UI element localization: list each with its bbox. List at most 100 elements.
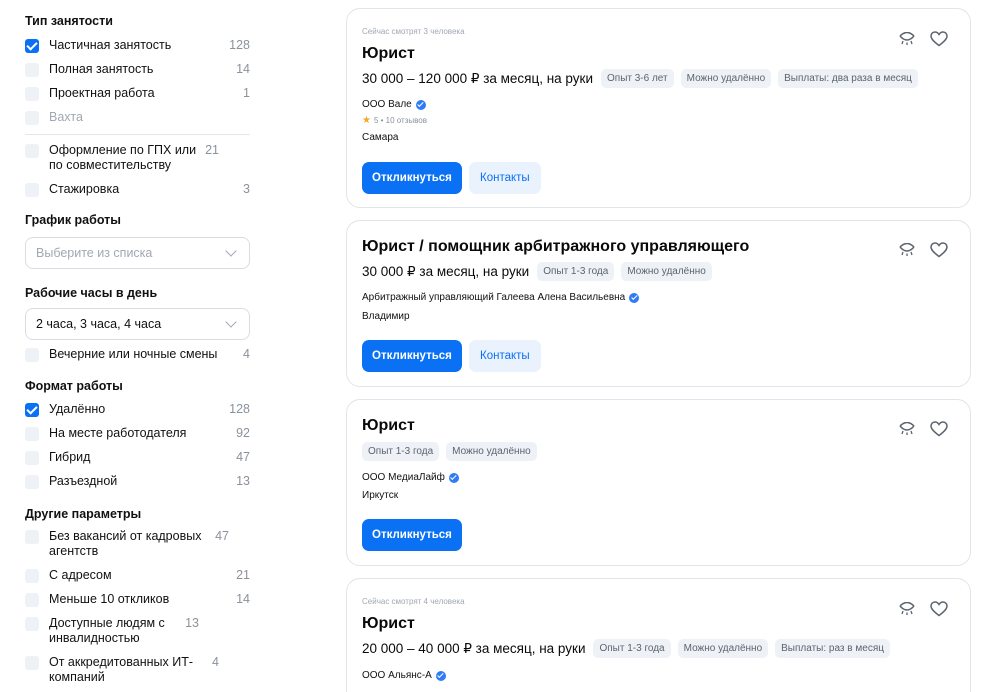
checkbox[interactable] xyxy=(25,656,39,670)
filter-accessible[interactable]: Доступные людям с инвалидностью 13 xyxy=(25,616,250,646)
eye-closed-icon[interactable] xyxy=(898,602,916,616)
vacancy-card[interactable]: Юрист Опыт 1-3 года Можно удалённо ООО М… xyxy=(346,399,971,566)
filter-project-work[interactable]: Проектная работа 1 xyxy=(25,86,250,101)
card-actions xyxy=(898,601,948,617)
filter-few-responses[interactable]: Меньше 10 откликов 14 xyxy=(25,592,250,607)
tag-remote: Можно удалённо xyxy=(677,639,769,658)
checkbox[interactable] xyxy=(25,427,39,441)
chevron-down-icon xyxy=(225,316,237,328)
respond-button[interactable]: Откликнуться xyxy=(362,162,462,194)
filter-count: 128 xyxy=(229,402,250,416)
filter-count: 3 xyxy=(243,182,250,196)
company-name[interactable]: ООО Вале xyxy=(362,99,426,110)
filter-part-time[interactable]: Частичная занятость 128 xyxy=(25,38,250,53)
respond-button[interactable]: Откликнуться xyxy=(362,519,462,551)
company-label: ООО Вале xyxy=(362,99,412,110)
filter-onsite[interactable]: На месте работодателя 92 xyxy=(25,426,250,441)
checkbox-checked[interactable] xyxy=(25,403,39,417)
checkbox[interactable] xyxy=(25,530,39,544)
rating-text: 5 • 10 отзывов xyxy=(373,116,427,125)
contacts-button[interactable]: Контакты xyxy=(469,340,541,372)
checkbox[interactable] xyxy=(25,475,39,489)
filter-hybrid[interactable]: Гибрид 47 xyxy=(25,450,250,465)
vacancy-card[interactable]: Юрист / помощник арбитражного управляюще… xyxy=(346,220,971,387)
verified-check-icon xyxy=(448,472,459,483)
schedule-select[interactable]: Выберите из списка xyxy=(25,237,250,269)
checkbox[interactable] xyxy=(25,451,39,465)
vacancy-card[interactable]: Сейчас смотрят 4 человека Юрист 20 000 –… xyxy=(346,578,971,692)
eye-closed-icon[interactable] xyxy=(898,422,916,436)
tag-payments: Выплаты: два раза в месяц xyxy=(778,69,918,88)
filter-accredited-it[interactable]: От аккредитованных ИТ-компаний 4 xyxy=(25,655,250,685)
filter-label: Стажировка xyxy=(49,182,120,196)
filter-count: 128 xyxy=(229,38,250,52)
work-hours-select[interactable]: 2 часа, 3 часа, 4 часа xyxy=(25,308,250,340)
heart-icon[interactable] xyxy=(930,31,948,47)
vacancy-title[interactable]: Юрист xyxy=(362,45,415,63)
filter-count: 21 xyxy=(236,568,250,582)
company-name[interactable]: Арбитражный управляющий Галеева Алена Ва… xyxy=(362,292,640,303)
checkbox[interactable] xyxy=(25,87,39,101)
filter-count: 13 xyxy=(185,616,199,630)
filter-label: На месте работодателя xyxy=(49,426,187,440)
filter-count: 13 xyxy=(236,474,250,488)
vacancy-city: Иркутск xyxy=(362,490,399,501)
filter-full-time[interactable]: Полная занятость 14 xyxy=(25,62,250,77)
eye-closed-icon[interactable] xyxy=(898,243,916,257)
contacts-button[interactable]: Контакты xyxy=(469,162,541,194)
filter-evening-shifts[interactable]: Вечерние или ночные смены 4 xyxy=(25,347,250,362)
checkbox[interactable] xyxy=(25,183,39,197)
checkbox[interactable] xyxy=(25,617,39,631)
heart-icon[interactable] xyxy=(930,242,948,258)
filter-with-address[interactable]: С адресом 21 xyxy=(25,568,250,583)
salary: 20 000 – 40 000 ₽ за месяц, на руки xyxy=(362,640,586,656)
chevron-down-icon xyxy=(225,245,237,257)
filter-gph-contract[interactable]: Оформление по ГПХ или по совместительств… xyxy=(25,143,250,173)
filter-internship[interactable]: Стажировка 3 xyxy=(25,182,250,197)
filter-label: Оформление по ГПХ или по совместительств… xyxy=(49,143,197,172)
heart-icon[interactable] xyxy=(930,601,948,617)
filter-count: 1 xyxy=(243,86,250,100)
filter-rotation: Вахта xyxy=(25,110,250,125)
filter-no-agencies[interactable]: Без вакансий от кадровых агентств 47 xyxy=(25,529,250,559)
checkbox[interactable] xyxy=(25,63,39,77)
heart-icon[interactable] xyxy=(930,421,948,437)
vacancy-title[interactable]: Юрист / помощник арбитражного управляюще… xyxy=(362,238,749,256)
filter-label: От аккредитованных ИТ-компаний xyxy=(49,655,194,684)
work-hours-value: 2 часа, 3 часа, 4 часа xyxy=(36,317,162,331)
checkbox[interactable] xyxy=(25,569,39,583)
filter-count: 14 xyxy=(236,592,250,606)
vacancy-card[interactable]: Сейчас смотрят 3 человека Юрист 30 000 –… xyxy=(346,8,971,208)
company-rating[interactable]: ★ 5 • 10 отзывов xyxy=(362,115,427,126)
filter-label: С адресом xyxy=(49,568,112,582)
salary-row: 30 000 ₽ за месяц, на руки Опыт 1-3 года… xyxy=(362,262,719,281)
filter-label: Проектная работа xyxy=(49,86,155,100)
checkbox[interactable] xyxy=(25,348,39,362)
checkbox[interactable] xyxy=(25,144,39,158)
filter-count: 14 xyxy=(236,62,250,76)
filter-traveling[interactable]: Разъездной 13 xyxy=(25,474,250,489)
vacancy-title[interactable]: Юрист xyxy=(362,615,415,633)
filter-count: 4 xyxy=(212,655,219,669)
tags-row: Опыт 1-3 года Можно удалённо xyxy=(362,442,544,461)
checkbox[interactable] xyxy=(25,593,39,607)
filter-label: Частичная занятость xyxy=(49,38,172,52)
filter-count: 92 xyxy=(236,426,250,440)
tag-experience: Опыт 1-3 года xyxy=(593,639,671,658)
filter-label: Меньше 10 откликов xyxy=(49,592,170,606)
company-name[interactable]: ООО МедиаЛайф xyxy=(362,472,459,483)
filter-label: Вечерние или ночные смены xyxy=(49,347,218,361)
filter-label: Полная занятость xyxy=(49,62,154,76)
filter-remote[interactable]: Удалённо 128 xyxy=(25,402,250,417)
respond-button[interactable]: Откликнуться xyxy=(362,340,462,372)
filter-label: Разъездной xyxy=(49,474,118,488)
divider xyxy=(25,134,250,135)
tag-experience: Опыт 1-3 года xyxy=(537,262,615,281)
vacancy-title[interactable]: Юрист xyxy=(362,417,415,435)
checkbox-checked[interactable] xyxy=(25,39,39,53)
tag-experience: Опыт 3-6 лет xyxy=(601,69,674,88)
company-name[interactable]: ООО Альянс-А xyxy=(362,670,446,681)
employment-type-title: Тип занятости xyxy=(25,14,113,28)
eye-closed-icon[interactable] xyxy=(898,32,916,46)
tag-remote: Можно удалённо xyxy=(446,442,537,461)
